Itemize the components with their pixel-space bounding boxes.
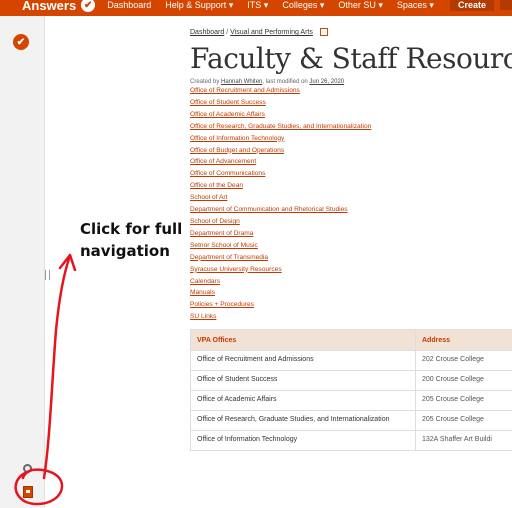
address-cell: 202 Crouse College xyxy=(415,350,512,372)
office-name-cell: Office of Student Success xyxy=(190,370,416,392)
nav-menu: Dashboard Help & Support ▾ ITS ▾ College… xyxy=(107,0,448,11)
manuals-link[interactable]: Manuals xyxy=(190,287,512,299)
nav-item-its[interactable]: ITS ▾ xyxy=(247,0,268,11)
office-link[interactable]: Office of Academic Affairs xyxy=(190,109,512,121)
office-link[interactable]: Department of Transmedia xyxy=(190,252,512,264)
office-name-cell: Office of Research, Graduate Studies, an… xyxy=(190,410,416,432)
page-content: Dashboard / Visual and Performing Arts F… xyxy=(190,28,512,508)
address-cell: 205 Crouse College xyxy=(415,390,512,412)
brand-name: Answers xyxy=(22,0,77,13)
office-link[interactable]: Office of the Dean xyxy=(190,180,512,192)
su-resources-children: Calendars Manuals Policies + Procedures xyxy=(190,276,512,312)
office-links-list: Office of Recruitment and Admissions Off… xyxy=(190,85,512,264)
office-name-cell: Office of Information Technology xyxy=(190,430,416,452)
office-name-cell: Office of Recruitment and Admissions xyxy=(190,350,416,372)
nav-item-help-support[interactable]: Help & Support ▾ xyxy=(165,0,233,11)
brand[interactable]: Answers ✔ xyxy=(22,0,96,13)
breadcrumb: Dashboard / Visual and Performing Arts xyxy=(190,28,512,36)
more-button[interactable] xyxy=(499,0,512,10)
office-link[interactable]: Office of Information Technology xyxy=(190,133,512,145)
top-navigation-bar: Answers ✔ Dashboard Help & Support ▾ ITS… xyxy=(0,0,512,16)
office-link[interactable]: Office of Recruitment and Admissions xyxy=(190,85,512,97)
office-link[interactable]: Department of Drama xyxy=(190,228,512,240)
address-cell: 200 Crouse College xyxy=(415,370,512,392)
sidebar-panel xyxy=(45,16,165,508)
su-resources-label[interactable]: Syracuse University Resources xyxy=(190,266,282,273)
settings-gear-icon[interactable] xyxy=(23,464,32,473)
column-header-offices: VPA Offices xyxy=(190,329,416,352)
office-link[interactable]: Setnor School of Music xyxy=(190,240,512,252)
office-link[interactable]: Office of Communications xyxy=(190,168,512,180)
nav-item-spaces[interactable]: Spaces ▾ xyxy=(397,0,434,11)
sidebar-resize-handle[interactable] xyxy=(45,270,50,280)
table-row: Office of Research, Graduate Studies, an… xyxy=(190,410,512,432)
nav-item-colleges[interactable]: Colleges ▾ xyxy=(282,0,324,11)
table-row: Office of Academic Affairs 205 Crouse Co… xyxy=(190,390,512,412)
breadcrumb-separator: / xyxy=(226,28,229,36)
policies-link[interactable]: Policies + Procedures xyxy=(190,299,512,311)
office-link[interactable]: Office of Budget and Operations xyxy=(190,145,512,157)
calendars-link[interactable]: Calendars xyxy=(190,276,512,288)
column-header-address: Address xyxy=(415,329,512,352)
table-row: Office of Student Success 200 Crouse Col… xyxy=(190,370,512,392)
nav-item-other-su[interactable]: Other SU ▾ xyxy=(338,0,383,11)
page-title: Faculty & Staff Resources xyxy=(190,42,512,75)
office-name-cell: Office of Academic Affairs xyxy=(190,390,416,412)
resources-list: Syracuse University Resources Calendars … xyxy=(190,264,512,324)
table-row: Office of Recruitment and Admissions 202… xyxy=(190,350,512,372)
address-cell: 205 Crouse College xyxy=(415,410,512,432)
breadcrumb-space[interactable]: Visual and Performing Arts xyxy=(230,29,313,36)
office-link[interactable]: School of Design xyxy=(190,216,512,228)
office-link[interactable]: Department of Communication and Rhetoric… xyxy=(190,204,512,216)
table-row: Office of Information Technology 132A Sh… xyxy=(190,430,512,452)
offices-table: VPA Offices Address Office of Recruitmen… xyxy=(190,329,512,452)
breadcrumb-dashboard[interactable]: Dashboard xyxy=(190,29,224,36)
office-link[interactable]: Office of Research, Graduate Studies, an… xyxy=(190,121,512,133)
address-cell: 132A Shaffer Art Buildi xyxy=(415,430,512,452)
left-rail: ✔ xyxy=(0,16,45,508)
office-link[interactable]: Office of Student Success xyxy=(190,97,512,109)
page-tree-toggle-icon[interactable] xyxy=(23,486,33,498)
create-button[interactable]: Create xyxy=(449,0,494,11)
nav-item-dashboard[interactable]: Dashboard xyxy=(107,0,151,11)
table-header-row: VPA Offices Address xyxy=(190,329,512,352)
office-link[interactable]: Office of Advancement xyxy=(190,156,512,168)
su-resources-link[interactable]: Syracuse University Resources Calendars … xyxy=(190,264,512,312)
annotation-text: Click for full navigation xyxy=(80,220,183,260)
page-restriction-icon[interactable] xyxy=(319,28,328,36)
answers-logo-icon: ✔ xyxy=(81,0,96,12)
office-link[interactable]: School of Art xyxy=(190,192,512,204)
space-logo-icon[interactable]: ✔ xyxy=(13,34,29,50)
su-links-link[interactable]: SU Links xyxy=(190,311,512,323)
